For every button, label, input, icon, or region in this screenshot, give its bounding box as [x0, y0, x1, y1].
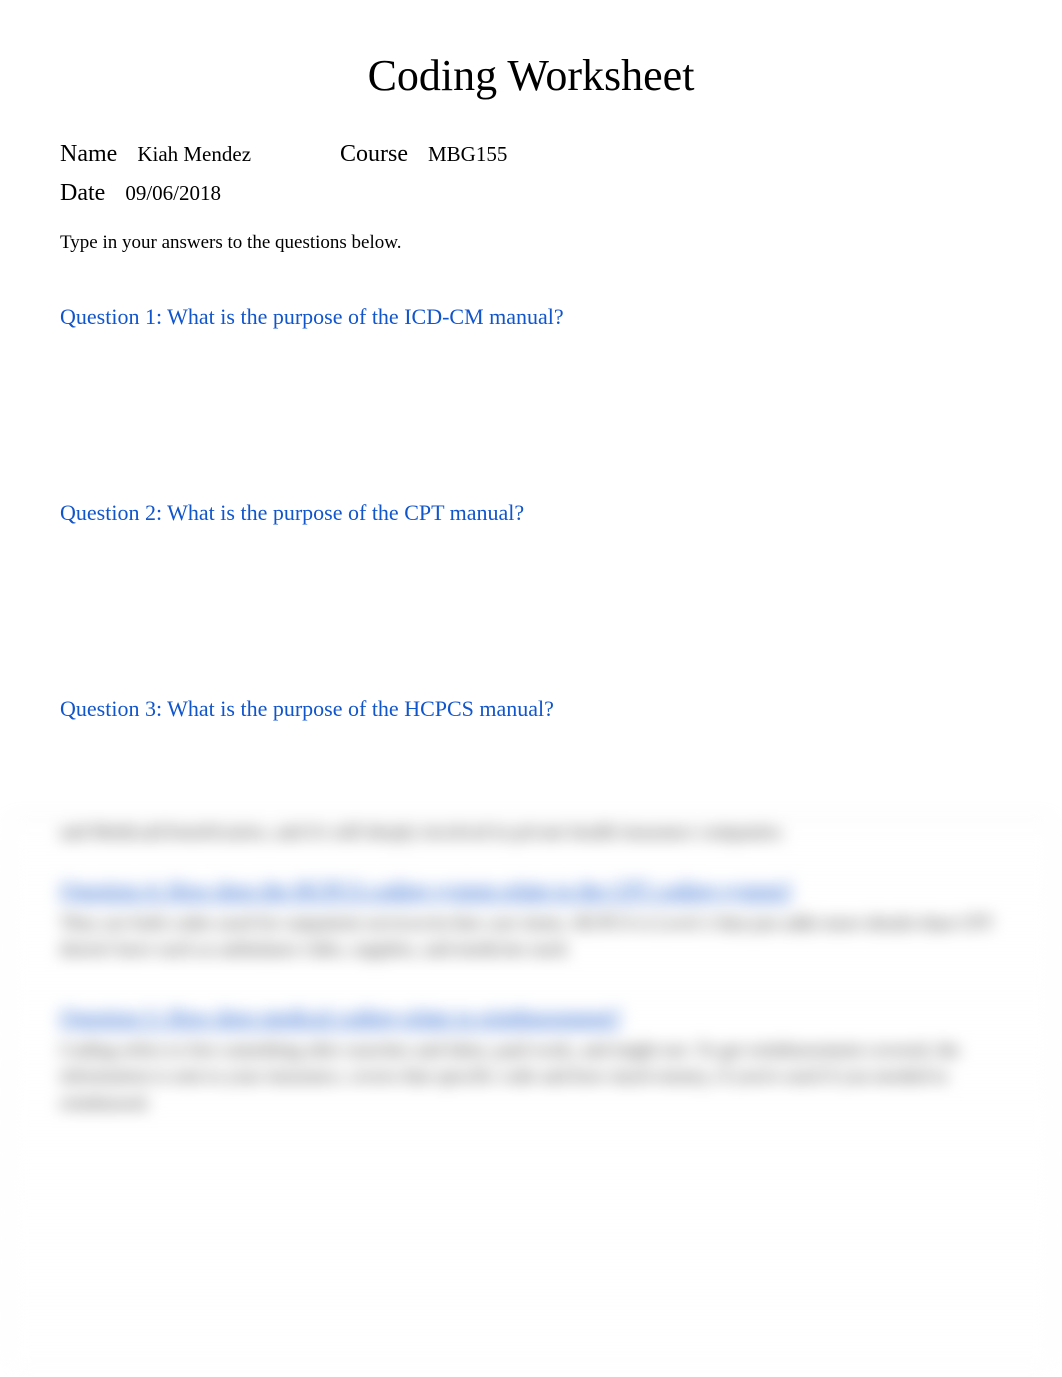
header-row-2: Date 09/06/2018 — [60, 180, 1002, 207]
blurred-preview: and Medicaid beneficiaries, and it's sti… — [10, 820, 1052, 1367]
question-1: Question 1: What is the purpose of the I… — [60, 304, 1002, 330]
header-row-1: Name Kiah Mendez Course MBG155 — [60, 141, 1002, 168]
blurred-answer-4: They are both codes used for outpatient … — [60, 911, 1002, 964]
course-value: MBG155 — [428, 142, 507, 167]
blurred-text-1: and Medicaid beneficiaries, and it's sti… — [60, 820, 1002, 847]
name-group: Name Kiah Mendez — [60, 141, 340, 168]
name-label: Name — [60, 141, 117, 168]
question-2: Question 2: What is the purpose of the C… — [60, 500, 1002, 526]
instruction-text: Type in your answers to the questions be… — [60, 232, 1002, 254]
blurred-answer-5: Coding refers to free something after se… — [60, 1038, 1002, 1118]
date-label: Date — [60, 180, 105, 207]
date-group: Date 09/06/2018 — [60, 180, 221, 207]
name-value: Kiah Mendez — [137, 142, 251, 167]
course-label: Course — [340, 141, 408, 168]
course-group: Course MBG155 — [340, 141, 507, 168]
blurred-question-5: Question 5: How does medical coding rela… — [60, 1004, 1002, 1030]
worksheet-page: Coding Worksheet Name Kiah Mendez Course… — [0, 0, 1062, 892]
question-3: Question 3: What is the purpose of the H… — [60, 696, 1002, 722]
page-title: Coding Worksheet — [60, 50, 1002, 101]
blurred-question-4: Question 4: How does the HCPCS coding sy… — [60, 877, 1002, 903]
date-value: 09/06/2018 — [125, 181, 221, 206]
